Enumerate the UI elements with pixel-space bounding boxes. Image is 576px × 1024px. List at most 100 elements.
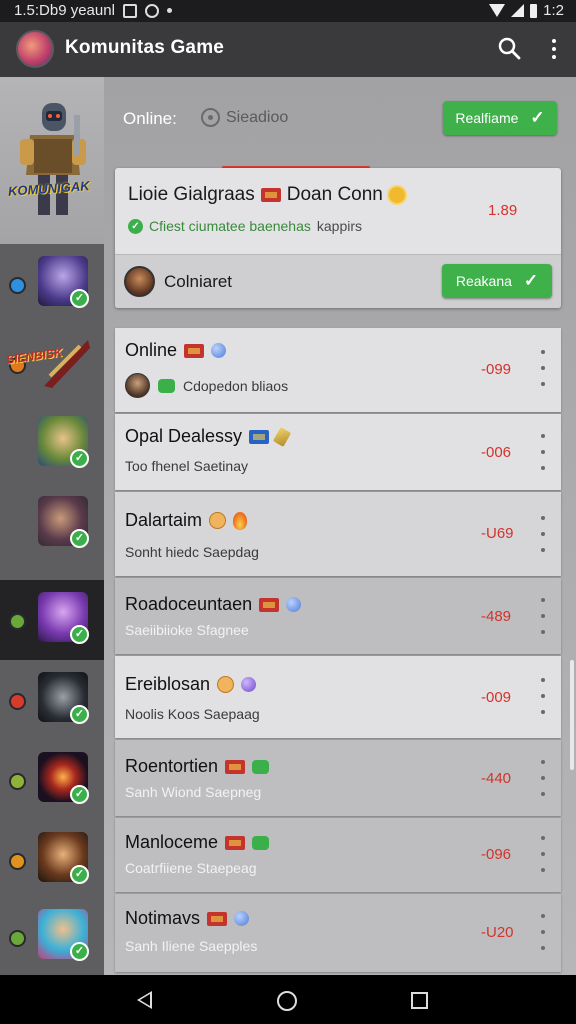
status-dot	[9, 613, 26, 630]
reakana-button[interactable]: Reakana ✓	[442, 264, 552, 298]
row-title: Roentortien	[125, 756, 219, 776]
check-icon: ✓	[128, 218, 143, 234]
sort-selector[interactable]: Sieadioo	[201, 108, 288, 127]
status-dot	[9, 853, 26, 870]
search-icon[interactable]	[497, 36, 521, 60]
list-item[interactable]: Dalartaim Sonht hiedc Saepdag -U69	[115, 492, 561, 576]
main-content: Online: Sieadioo Realfiame ✓ Lioie Gialg…	[104, 77, 576, 975]
back-icon[interactable]	[137, 991, 152, 1009]
more-options-icon[interactable]	[538, 914, 548, 950]
sidebar-game-7[interactable]: ✓	[0, 740, 104, 820]
scrollbar[interactable]	[570, 660, 574, 770]
app-bar: Komunitas Game	[0, 22, 576, 77]
more-options-icon[interactable]	[538, 836, 548, 872]
app-avatar[interactable]	[16, 30, 54, 68]
list-item[interactable]: Roadoceuntaen Saeiibiioke Sfagnee -489	[115, 578, 561, 654]
battery-icon	[530, 3, 538, 18]
sidebar-game-9[interactable]: ✓	[0, 897, 104, 977]
row-title: Roadoceuntaen	[125, 594, 253, 614]
sidebar-game-1[interactable]: ✓	[0, 244, 104, 324]
row-title: Online	[125, 340, 178, 360]
sidebar-game-3[interactable]: ✓	[0, 404, 104, 484]
list-item[interactable]: Manloceme Coatrfiiene Staepeag -096	[115, 818, 561, 892]
emoji-icon	[217, 676, 235, 693]
orb-icon	[286, 597, 302, 612]
check-icon: ✓	[70, 942, 89, 961]
row-price: -489	[481, 608, 512, 625]
status-clock: 1:2	[543, 2, 564, 19]
featured-user-row[interactable]: Colniaret Reakana ✓	[115, 255, 561, 308]
flag-icon	[207, 911, 228, 926]
featured-card[interactable]: Lioie Gialgraas Doan Conn ✓ Cfiest ciuma…	[115, 168, 561, 308]
check-icon: ✓	[523, 271, 539, 290]
more-options-icon[interactable]	[538, 434, 548, 470]
row-subtitle: Saeiibiioke Sfagnee	[125, 622, 249, 638]
row-subtitle: Noolis Koos Saepaag	[125, 706, 260, 722]
more-options-icon[interactable]	[544, 36, 564, 62]
check-icon: ✓	[70, 705, 89, 724]
list-item[interactable]: Online Cdopedon bliaos -099	[115, 328, 561, 412]
more-options-icon[interactable]	[538, 760, 548, 796]
navigation-bar	[0, 975, 576, 1024]
row-subtitle: Sonht hiedc Saepdag	[125, 544, 259, 560]
row-subtitle: Cdopedon bliaos	[183, 377, 289, 394]
sidebar-game-4[interactable]: ✓	[0, 484, 104, 564]
dot-icon	[166, 8, 172, 13]
status-dot	[9, 773, 26, 790]
realfiame-button[interactable]: Realfiame ✓	[443, 101, 557, 135]
status-time: 1.5:Db9 yeaunl	[14, 2, 115, 19]
sidebar-game-6[interactable]: ✓	[0, 660, 104, 740]
app-title: Komunitas Game	[65, 37, 225, 58]
feature-title-2: Doan Conn	[286, 184, 383, 205]
badge-icon	[252, 759, 270, 774]
sidebar-game-2[interactable]: SIENBISK	[0, 324, 104, 404]
row-price: -096	[481, 846, 512, 863]
orb-icon	[241, 677, 257, 692]
list-item[interactable]: Ereiblosan Noolis Koos Saepaag -009	[115, 656, 561, 738]
more-options-icon[interactable]	[538, 350, 548, 386]
sync-icon	[144, 3, 159, 18]
row-subtitle: Coatrfiiene Staepeag	[125, 860, 257, 876]
check-icon: ✓	[70, 865, 89, 884]
emoji-icon	[209, 512, 227, 529]
recent-apps-icon[interactable]	[411, 992, 428, 1009]
row-price: -009	[481, 689, 512, 706]
flag-icon	[225, 835, 246, 850]
sidebar-hero[interactable]: KOMUNIGAK	[0, 77, 104, 244]
check-icon: ✓	[70, 785, 89, 804]
row-title: Manloceme	[125, 832, 219, 852]
more-options-icon[interactable]	[538, 598, 548, 634]
row-price: -U20	[481, 924, 514, 941]
sidebar-game-5[interactable]: ✓	[0, 580, 104, 660]
feature-subtitle: Cfiest ciumatee baenehas	[149, 218, 311, 234]
list-item[interactable]: Roentortien Sanh Wiond Saepneg -440	[115, 740, 561, 816]
wifi-icon	[489, 4, 506, 17]
row-price: -099	[481, 361, 512, 378]
orb-icon	[211, 343, 227, 358]
knight-character-image	[20, 103, 86, 215]
home-icon[interactable]	[277, 991, 297, 1011]
orb-icon	[234, 911, 250, 926]
row-subtitle: Sanh Wiond Saepneg	[125, 784, 262, 800]
more-options-icon[interactable]	[538, 516, 548, 552]
sidebar-game-8[interactable]: ✓	[0, 820, 104, 900]
row-title: Ereiblosan	[125, 674, 211, 694]
feature-price: 1.89	[488, 202, 518, 219]
wand-icon	[272, 426, 292, 447]
signal-icon	[511, 4, 525, 17]
flag-icon	[184, 343, 205, 358]
status-dot	[9, 277, 26, 294]
check-icon: ✓	[70, 449, 89, 468]
list-item[interactable]: Opal Dealessy Too fhenel Saetinay -006	[115, 414, 561, 490]
list-item[interactable]: Notimavs Sanh Iliene Saepples -U20	[115, 894, 561, 972]
flag-icon	[260, 188, 281, 202]
row-subtitle: Too fhenel Saetinay	[125, 458, 248, 474]
status-dot	[9, 930, 26, 947]
more-options-icon[interactable]	[538, 678, 548, 714]
check-icon: ✓	[70, 289, 89, 308]
sword-emblem-icon	[44, 340, 90, 388]
check-icon: ✓	[530, 108, 545, 127]
row-title: Dalartaim	[125, 510, 203, 530]
user-avatar	[125, 373, 150, 398]
feature-subtitle-extra: kappirs	[316, 218, 363, 234]
